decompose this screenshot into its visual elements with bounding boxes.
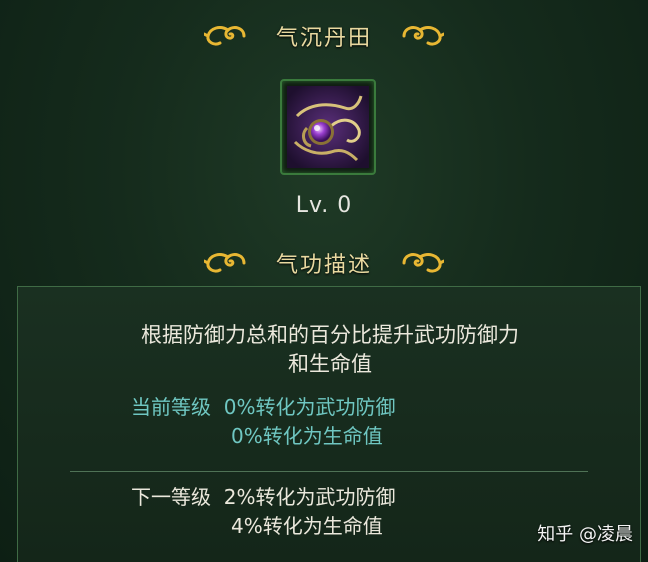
skill-level: Lv. 0 bbox=[295, 193, 353, 218]
skill-title: 气沉丹田 bbox=[275, 26, 372, 51]
cloud-ornament-left-icon bbox=[203, 253, 246, 273]
next-level-label: 下一等级 bbox=[131, 485, 211, 509]
cloud-ornament-right-icon bbox=[402, 26, 444, 46]
current-effect-2: 0%转化为生命值 bbox=[231, 424, 383, 448]
section-title-row: 气功描述 bbox=[0, 243, 648, 283]
next-effect-1: 2%转化为武功防御 bbox=[223, 485, 396, 509]
next-effect-2: 4%转化为生命值 bbox=[231, 514, 383, 538]
description-text: 根据防御力总和的百分比提升武功防御力 和生命值 bbox=[18, 321, 642, 379]
cloud-ornament-left-icon bbox=[203, 26, 246, 46]
section-title: 气功描述 bbox=[275, 253, 372, 278]
divider bbox=[70, 471, 588, 472]
description-line-1: 根据防御力总和的百分比提升武功防御力 bbox=[141, 323, 519, 347]
description-line-2: 和生命值 bbox=[288, 352, 372, 376]
next-level-block: 下一等级 2%转化为武功防御 4%转化为生命值 bbox=[131, 483, 395, 541]
cloud-ornament-right-icon bbox=[402, 253, 444, 273]
skill-icon bbox=[287, 86, 369, 168]
current-effect-1: 0%转化为武功防御 bbox=[223, 395, 396, 419]
watermark: 知乎 @凌晨 bbox=[537, 524, 633, 545]
current-level-block: 当前等级 0%转化为武功防御 0%转化为生命值 bbox=[131, 393, 395, 451]
skill-icon-frame[interactable] bbox=[280, 79, 376, 175]
skill-title-row: 气沉丹田 bbox=[0, 16, 648, 56]
current-level-label: 当前等级 bbox=[131, 395, 211, 419]
